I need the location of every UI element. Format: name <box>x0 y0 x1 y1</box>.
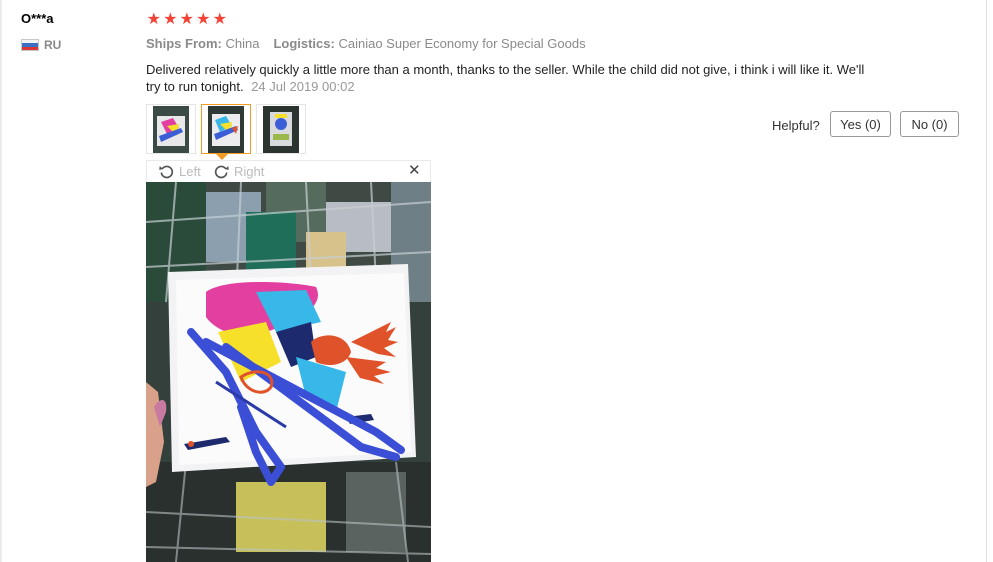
thumbnail-image <box>263 105 299 153</box>
review-date: 24 Jul 2019 00:02 <box>251 79 355 94</box>
right-edge-divider <box>986 0 987 562</box>
review-photo-image <box>146 182 431 562</box>
review-photo[interactable] <box>146 182 431 562</box>
thumbnail-image <box>153 105 189 153</box>
left-edge-divider <box>0 0 2 562</box>
helpful-no-button[interactable]: No (0) <box>900 111 959 137</box>
star-rating: ★ ★ ★ ★ ★ <box>146 11 228 28</box>
logistics-label: Logistics: <box>273 36 335 51</box>
order-meta: Ships From: China Logistics: Cainiao Supe… <box>146 36 586 51</box>
review-thumbnail[interactable] <box>256 104 306 154</box>
rotate-left-button[interactable]: Left <box>158 163 201 180</box>
logistics-value: Cainiao Super Economy for Special Goods <box>338 36 586 51</box>
review-thumbnail[interactable] <box>146 104 196 154</box>
helpful-label: Helpful? <box>772 118 820 133</box>
star-icon: ★ <box>179 11 194 28</box>
rotate-right-label: Right <box>234 164 265 179</box>
star-icon: ★ <box>163 11 178 28</box>
country-code: RU <box>44 38 62 52</box>
reviewer-country: RU <box>21 38 61 52</box>
star-icon: ★ <box>146 11 161 28</box>
reviewer-name: O***a <box>21 11 54 26</box>
review-thumbnail-active[interactable] <box>201 104 251 154</box>
ships-from-label: Ships From: <box>146 36 222 51</box>
thumbnail-image <box>208 105 244 153</box>
star-icon: ★ <box>196 11 211 28</box>
rotate-left-label: Left <box>179 164 201 179</box>
rotate-right-button[interactable]: Right <box>213 163 264 180</box>
star-icon: ★ <box>212 11 227 28</box>
review-thumbnails <box>146 104 311 156</box>
rotate-left-icon <box>159 165 174 179</box>
russia-flag-icon <box>21 39 39 51</box>
helpful-yes-button[interactable]: Yes (0) <box>830 111 891 137</box>
image-viewer-toolbar: Left Right ✕ <box>146 160 431 182</box>
close-icon[interactable]: ✕ <box>408 163 421 179</box>
rotate-right-icon <box>214 165 229 179</box>
review-body: Delivered relatively quickly a little mo… <box>146 61 866 95</box>
ships-from-value: China <box>225 36 260 51</box>
